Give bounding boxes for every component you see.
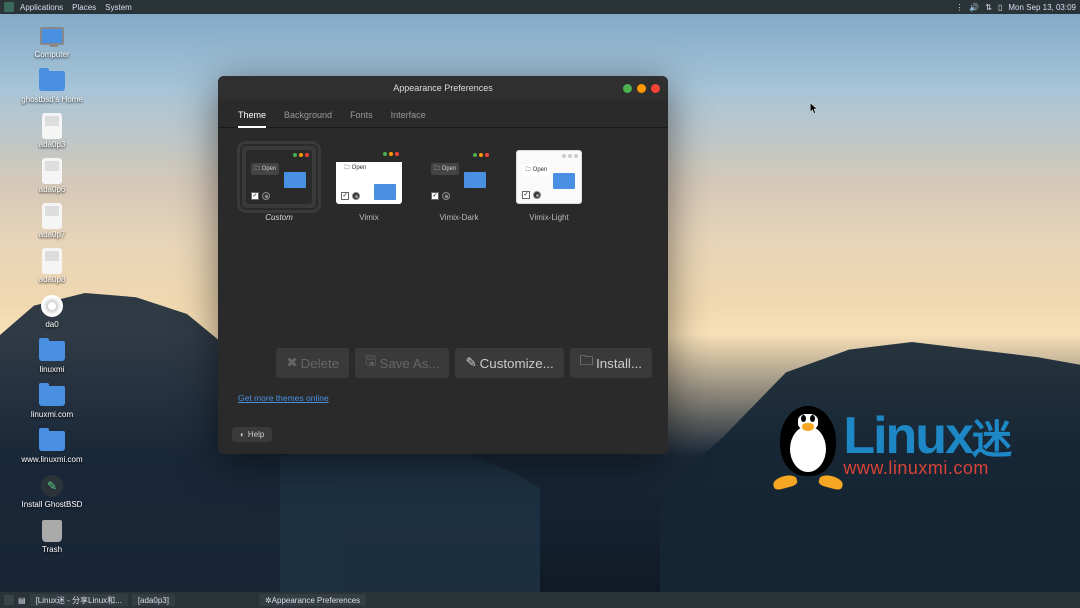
disk-icon xyxy=(41,295,63,317)
show-desktop-icon[interactable] xyxy=(4,595,14,605)
theme-vimix-dark[interactable]: 🗀 Open✓Vimix-Dark xyxy=(422,146,496,222)
drive-icon xyxy=(42,248,62,274)
taskbar-item[interactable]: [Linux迷 - 分享Linux和... xyxy=(30,594,128,606)
theme-label: Vimix xyxy=(359,213,378,222)
desktop-icon-computer[interactable]: Computer xyxy=(20,24,84,59)
monitor-icon xyxy=(40,27,64,45)
watermark-brand-cn: 迷 xyxy=(972,407,1010,465)
help-button[interactable]: ◐ Help xyxy=(232,427,272,442)
desktop-icon-ada0p6[interactable]: ada0p6 xyxy=(20,159,84,194)
folder-icon xyxy=(39,341,65,361)
save-as-button[interactable]: 🖫 Save As... xyxy=(355,348,449,378)
desktop-icon-label: linuxmi xyxy=(40,365,65,374)
more-themes-link[interactable]: Get more themes online xyxy=(238,393,329,403)
menu-system[interactable]: System xyxy=(105,3,132,12)
desktop-icon-linuxmi-com[interactable]: linuxmi.com xyxy=(20,384,84,419)
theme-label: Vimix-Dark xyxy=(440,213,479,222)
desktop-icon-label: ada0p6 xyxy=(39,185,66,194)
minimize-icon[interactable] xyxy=(623,84,632,93)
desktop-icon-label: ghostbsd's Home xyxy=(21,95,83,104)
tux-icon xyxy=(767,396,849,488)
desktop-icon-www-linuxmi-com[interactable]: www.linuxmi.com xyxy=(20,429,84,464)
desktop-icon-ghostbsd-s-home[interactable]: ghostbsd's Home xyxy=(20,69,84,104)
watermark-url: www.linuxmi.com xyxy=(843,458,1010,479)
customize-button[interactable]: ✎ Customize... xyxy=(455,348,563,378)
network-icon[interactable]: ⇅ xyxy=(985,3,992,12)
tab-fonts[interactable]: Fonts xyxy=(350,106,373,127)
watermark: Linux迷 www.linuxmi.com xyxy=(767,396,1010,488)
window-list-icon[interactable]: ▤ xyxy=(18,596,26,605)
theme-custom[interactable]: 🗀 Open✓Custom xyxy=(242,146,316,222)
drive-icon xyxy=(42,158,62,184)
trash-icon xyxy=(42,520,62,542)
desktop-icons: Computer ghostbsd's Home ada0p3 ada0p6 ada0p… xyxy=(20,24,84,554)
taskbar-item[interactable]: [ada0p3] xyxy=(132,594,175,606)
cursor-icon xyxy=(810,102,818,114)
desktop-icon-label: ada0p8 xyxy=(39,275,66,284)
desktop-icon-label: ada0p3 xyxy=(39,140,66,149)
installer-icon: ✎ xyxy=(41,475,63,497)
desktop-icon-ada0p8[interactable]: ada0p8 xyxy=(20,249,84,284)
desktop-icon-ada0p3[interactable]: ada0p3 xyxy=(20,114,84,149)
menu-applications[interactable]: Applications xyxy=(20,3,63,12)
theme-vimix-light[interactable]: 🗀 Open✓Vimix-Light xyxy=(512,146,586,222)
desktop-icon-ada0p7[interactable]: ada0p7 xyxy=(20,204,84,239)
distro-logo-icon[interactable] xyxy=(4,2,14,12)
battery-icon[interactable]: ▯ xyxy=(998,3,1002,12)
close-icon[interactable] xyxy=(651,84,660,93)
top-panel: Applications Places System ⋮ 🔊 ⇅ ▯ Mon S… xyxy=(0,0,1080,14)
desktop-icon-trash[interactable]: Trash xyxy=(20,519,84,554)
theme-label: Vimix-Light xyxy=(529,213,568,222)
appearance-preferences-window: Appearance Preferences Theme Background Fo… xyxy=(218,76,668,454)
theme-vimix[interactable]: 🗀 Open✓Vimix xyxy=(332,146,406,222)
watermark-brand: Linux xyxy=(843,406,972,466)
desktop-icon-install-ghostbsd[interactable]: ✎ Install GhostBSD xyxy=(20,474,84,509)
desktop-icon-label: Trash xyxy=(42,545,62,554)
bottom-panel: ▤ [Linux迷 - 分享Linux和... [ada0p3] ✲ Appea… xyxy=(0,592,1080,608)
theme-label: Custom xyxy=(265,213,293,222)
taskbar-item-active[interactable]: ✲ Appearance Preferences xyxy=(259,594,366,606)
drive-icon xyxy=(42,113,62,139)
volume-icon[interactable]: 🔊 xyxy=(969,3,979,12)
theme-grid: 🗀 Open✓Custom🗀 Open✓Vimix🗀 Open✓Vimix-Da… xyxy=(218,128,668,342)
desktop-icon-label: da0 xyxy=(45,320,58,329)
tray-separator-icon: ⋮ xyxy=(955,3,963,12)
titlebar[interactable]: Appearance Preferences xyxy=(218,76,668,100)
tab-theme[interactable]: Theme xyxy=(238,106,266,128)
desktop-icon-label: ada0p7 xyxy=(39,230,66,239)
desktop-icon-label: Computer xyxy=(34,50,69,59)
folder-icon xyxy=(39,71,65,91)
tabs: Theme Background Fonts Interface xyxy=(218,100,668,128)
window-title: Appearance Preferences xyxy=(218,83,668,93)
install-button[interactable]: 🗀 Install... xyxy=(570,348,652,378)
menu-places[interactable]: Places xyxy=(72,3,96,12)
desktop-icon-linuxmi[interactable]: linuxmi xyxy=(20,339,84,374)
folder-icon xyxy=(39,431,65,451)
desktop-icon-label: Install GhostBSD xyxy=(22,500,83,509)
desktop-icon-da0[interactable]: da0 xyxy=(20,294,84,329)
tab-interface[interactable]: Interface xyxy=(391,106,426,127)
desktop-icon-label: www.linuxmi.com xyxy=(21,455,82,464)
delete-button[interactable]: ✖ Delete xyxy=(276,348,349,378)
tab-background[interactable]: Background xyxy=(284,106,332,127)
folder-icon xyxy=(39,386,65,406)
drive-icon xyxy=(42,203,62,229)
clock[interactable]: Mon Sep 13, 03:09 xyxy=(1008,3,1076,12)
maximize-icon[interactable] xyxy=(637,84,646,93)
desktop-icon-label: linuxmi.com xyxy=(31,410,73,419)
